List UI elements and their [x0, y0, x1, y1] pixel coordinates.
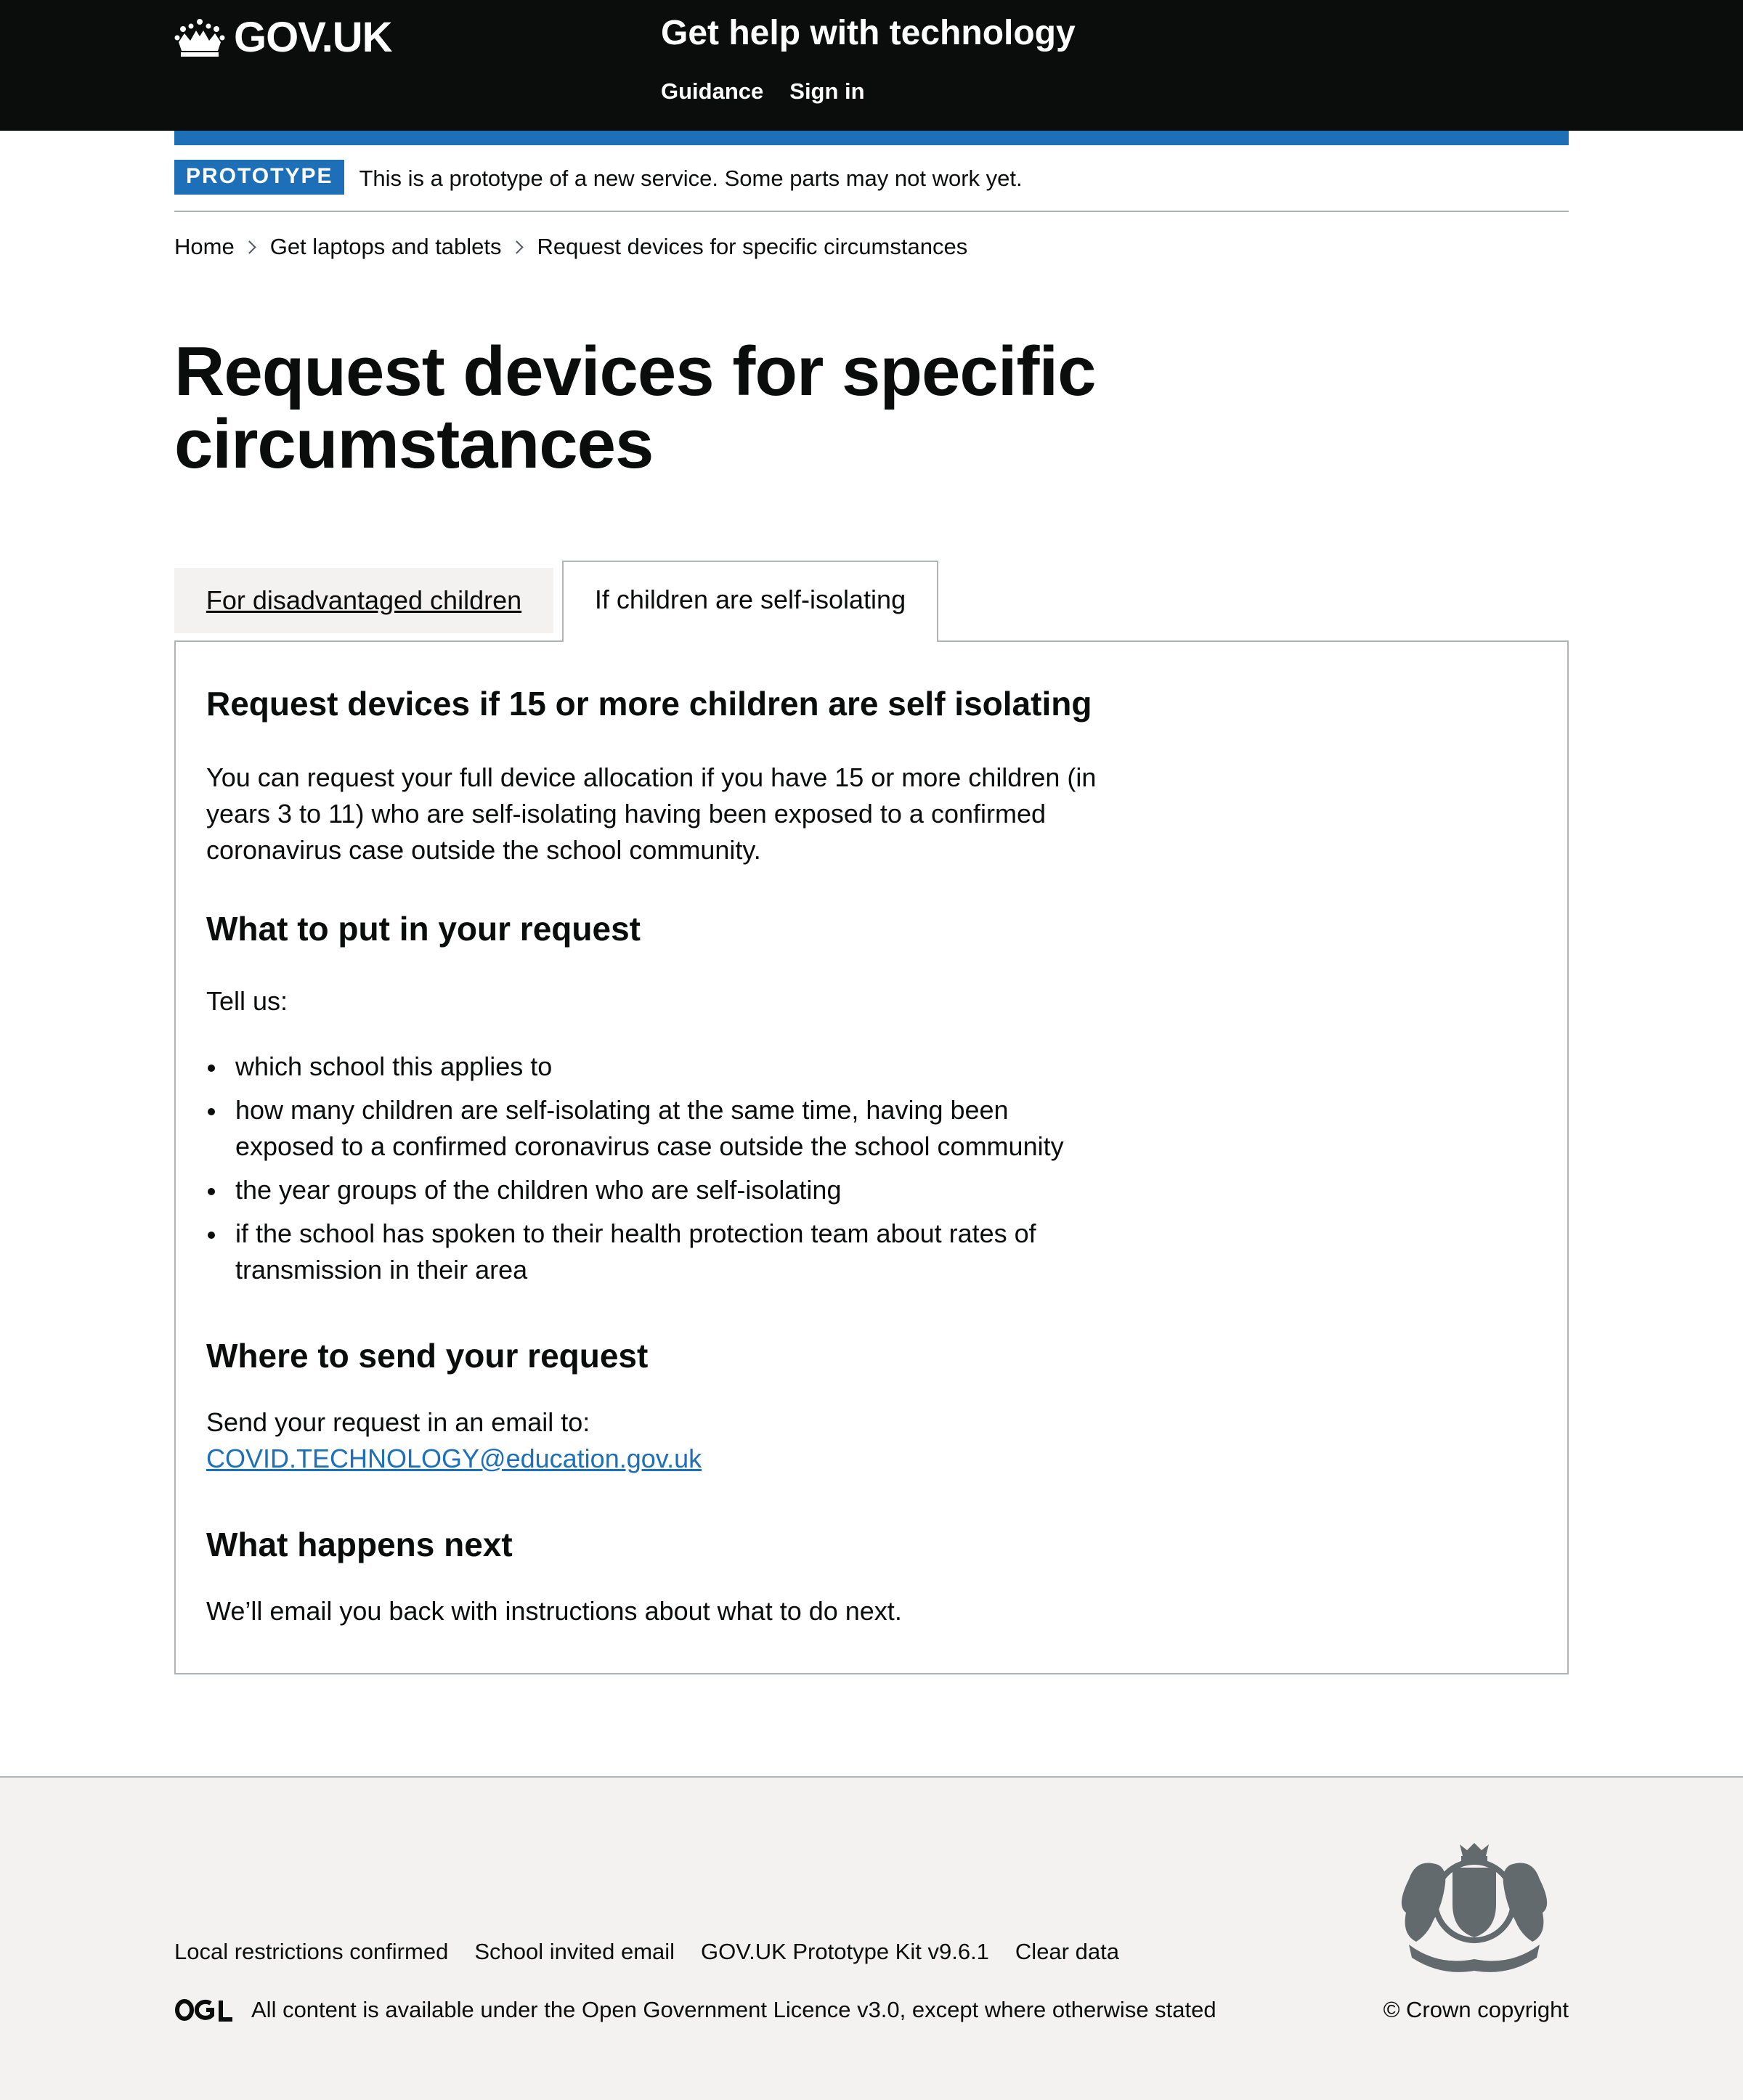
list-item: how many children are self-isolating at … [206, 1092, 1114, 1165]
footer-link-prototype-kit[interactable]: GOV.UK Prototype Kit v9.6.1 [701, 1939, 989, 1965]
licence-link[interactable]: Open Government Licence v3.0 [582, 1997, 900, 2023]
panel-heading: Request devices if 15 or more children a… [206, 685, 1092, 723]
breadcrumb: Home Get laptops and tablets Request dev… [174, 234, 967, 260]
site-header: GOV.UK Get help with technology Guidance… [0, 0, 1743, 131]
chevron-right-icon [243, 240, 256, 254]
phase-banner-text: This is a prototype of a new service. So… [359, 166, 1023, 191]
breadcrumb-current: Request devices for specific circumstanc… [537, 234, 968, 259]
licence-prefix: All content is available under the [251, 1997, 576, 2022]
nav-link-guidance[interactable]: Guidance [661, 78, 763, 105]
breadcrumb-home[interactable]: Home [174, 234, 235, 260]
section-heading-what-happens-next: What happens next [206, 1526, 513, 1563]
email-link[interactable]: COVID.TECHNOLOGY@education.gov.uk [206, 1444, 702, 1473]
section-heading-what-to-put: What to put in your request [206, 910, 641, 948]
tab-label: For disadvantaged children [206, 585, 522, 615]
royal-coat-of-arms-icon [1401, 1843, 1548, 1972]
breadcrumb-get-laptops[interactable]: Get laptops and tablets [270, 234, 502, 260]
header-navigation: Guidance Sign in [661, 78, 865, 105]
site-footer: Local restrictions confirmed School invi… [0, 1776, 1743, 2100]
licence-row: All content is available under the Open … [174, 1997, 1216, 2023]
tab-panel-self-isolating: Request devices if 15 or more children a… [174, 640, 1569, 1674]
footer-link-local-restrictions[interactable]: Local restrictions confirmed [174, 1939, 448, 1965]
send-email-text: Send your request in an email to: [206, 1407, 590, 1437]
logo-text: GOV.UK [234, 14, 392, 61]
service-name-link[interactable]: Get help with technology [661, 13, 1076, 53]
licence-suffix: , except where otherwise stated [899, 1997, 1216, 2022]
tab-self-isolating[interactable]: If children are self-isolating [562, 561, 938, 642]
list-item: which school this applies to [206, 1049, 1114, 1085]
nav-link-sign-in[interactable]: Sign in [789, 78, 864, 105]
panel-intro: You can request your full device allocat… [206, 762, 1097, 865]
page-title: Request devices for specific circumstanc… [174, 333, 1097, 483]
phase-banner: PROTOTYPE This is a prototype of a new s… [174, 160, 1569, 212]
list-item: if the school has spoken to their health… [206, 1216, 1114, 1288]
section-text-what-happens-next: We’ll email you back with instructions a… [206, 1596, 902, 1626]
footer-links: Local restrictions confirmed School invi… [174, 1939, 1119, 1965]
list-item: the year groups of the children who are … [206, 1172, 1114, 1208]
header-blue-bar [174, 131, 1569, 145]
section-heading-where-to-send: Where to send your request [206, 1337, 649, 1375]
crown-icon [174, 18, 225, 57]
phase-tag: PROTOTYPE [174, 160, 345, 195]
crown-copyright-link[interactable]: © Crown copyright [1384, 1997, 1569, 2022]
tab-label: If children are self-isolating [594, 585, 906, 614]
section-text-send-email: Send your request in an email to: COVID.… [206, 1404, 1114, 1477]
footer-link-clear-data[interactable]: Clear data [1015, 1939, 1119, 1965]
ogl-logo-icon [175, 1999, 232, 2022]
govuk-logo-link[interactable]: GOV.UK [174, 13, 392, 62]
section-lead-tell-us: Tell us: [206, 986, 288, 1016]
footer-link-school-invited-email[interactable]: School invited email [474, 1939, 675, 1965]
tab-disadvantaged-children[interactable]: For disadvantaged children [174, 568, 553, 633]
crown-copyright: © Crown copyright [1384, 1997, 1569, 2023]
chevron-right-icon [509, 240, 524, 254]
